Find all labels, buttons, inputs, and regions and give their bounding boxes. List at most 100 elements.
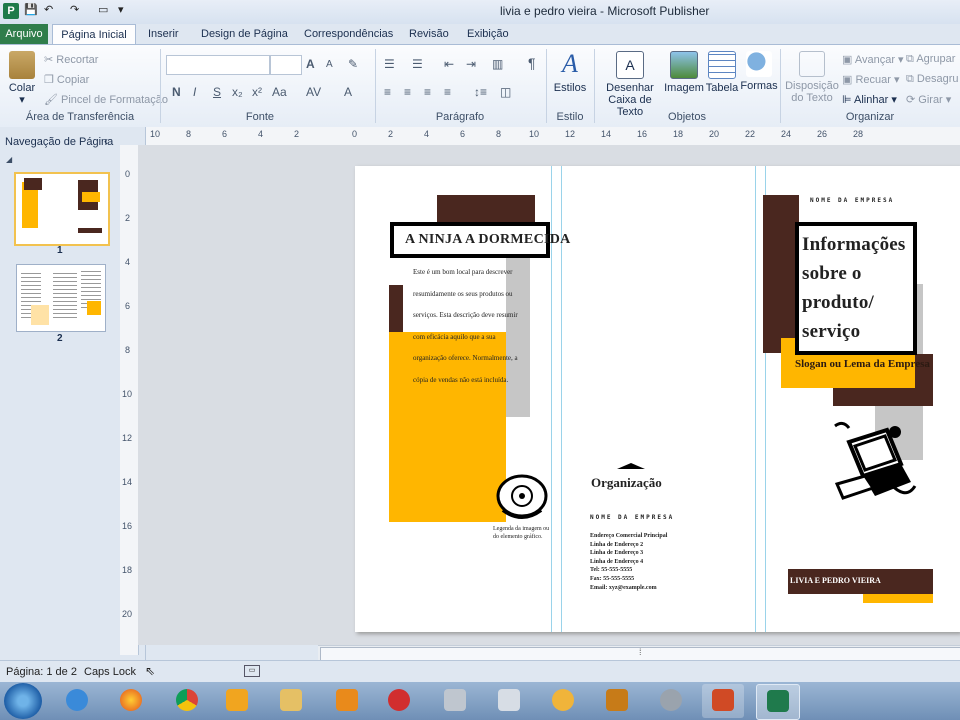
computer-clipart-icon[interactable] bbox=[825, 418, 917, 508]
clipboard-icon bbox=[9, 51, 35, 79]
send-backward-button[interactable]: ▣ Recuar ▾ bbox=[842, 73, 900, 86]
powerpoint-icon[interactable] bbox=[702, 684, 744, 718]
camera-icon[interactable] bbox=[434, 684, 476, 718]
internet-explorer-icon[interactable] bbox=[56, 684, 98, 718]
wrap-text-button[interactable]: Disposição do Texto bbox=[784, 51, 840, 104]
page-thumbnail-1[interactable] bbox=[14, 172, 110, 246]
chrome-icon[interactable] bbox=[166, 684, 208, 718]
styles-button[interactable]: A Estilos bbox=[550, 49, 590, 94]
align-left-icon[interactable]: ≡ bbox=[384, 85, 391, 99]
paste-button[interactable]: Colar ▾ bbox=[6, 51, 38, 106]
calculator-icon[interactable] bbox=[488, 684, 530, 718]
customize-toolbar-icon[interactable]: ▾ bbox=[118, 3, 124, 16]
bring-forward-button[interactable]: ▣ Avançar ▾ bbox=[842, 53, 904, 66]
collapse-pane-icon[interactable]: ‹ bbox=[104, 134, 108, 148]
organization-heading[interactable]: Organização bbox=[591, 475, 662, 491]
opera-icon[interactable] bbox=[378, 684, 420, 718]
left-body-text[interactable]: Este é um bom local para descrever resum… bbox=[413, 262, 529, 391]
firefox-icon[interactable] bbox=[110, 684, 152, 718]
decrease-indent-icon[interactable]: ⇤ bbox=[444, 57, 454, 71]
file-explorer-icon[interactable] bbox=[270, 684, 312, 718]
tab-insert[interactable]: Inserir bbox=[146, 24, 181, 44]
shading-icon[interactable]: ◫ bbox=[500, 85, 511, 99]
columns-icon[interactable]: ▥ bbox=[492, 57, 503, 71]
info-title: Informações sobre o produto/ serviço bbox=[802, 234, 906, 342]
subscript-button[interactable]: x₂ bbox=[232, 85, 243, 99]
character-spacing-icon[interactable]: AV bbox=[306, 85, 321, 99]
align-center-icon[interactable]: ≡ bbox=[404, 85, 411, 99]
publisher-icon[interactable] bbox=[756, 684, 800, 720]
tab-page-design[interactable]: Design de Página bbox=[199, 24, 290, 44]
numbering-icon[interactable]: ☰ bbox=[412, 57, 423, 71]
group-button[interactable]: ⧉ Agrupar bbox=[906, 53, 955, 66]
brown-side-block[interactable] bbox=[389, 285, 403, 333]
rotate-button[interactable]: ⟳ Girar ▾ bbox=[906, 93, 951, 106]
bullets-icon[interactable]: ☰ bbox=[384, 57, 395, 71]
company-name-right[interactable]: NOME DA EMPRESA bbox=[810, 197, 894, 204]
start-orb-icon[interactable] bbox=[4, 683, 42, 719]
line-spacing-icon[interactable]: ↕≡ bbox=[474, 85, 487, 99]
sync-icon[interactable] bbox=[650, 684, 692, 718]
page-thumbnail-2[interactable] bbox=[16, 264, 106, 332]
publisher-app-icon[interactable]: P bbox=[3, 3, 19, 19]
outlook-icon[interactable] bbox=[216, 684, 258, 718]
draw-textbox-button[interactable]: A Desenhar Caixa de Texto bbox=[596, 51, 664, 118]
change-case-button[interactable]: Aa bbox=[272, 85, 287, 99]
bold-button[interactable]: N bbox=[172, 85, 181, 99]
justify-icon[interactable]: ≡ bbox=[444, 85, 451, 99]
clipboard-group-label: Área de Transferência bbox=[25, 111, 135, 123]
tab-view[interactable]: Exibição bbox=[465, 24, 511, 44]
align-right-icon[interactable]: ≡ bbox=[424, 85, 431, 99]
triangle-icon bbox=[617, 463, 645, 469]
align-button[interactable]: ⊫ Alinhar ▾ bbox=[842, 93, 897, 106]
tab-file[interactable]: Arquivo bbox=[0, 24, 48, 44]
font-color-icon[interactable]: A bbox=[344, 85, 352, 99]
horizontal-ruler[interactable]: 10 8 6 4 2 0 2 4 6 8 10 12 14 16 18 20 2… bbox=[146, 127, 960, 146]
save-icon[interactable]: 💾 bbox=[24, 3, 38, 16]
address-block[interactable]: Endereço Comercial Principal Linha de En… bbox=[590, 532, 667, 592]
paint-icon[interactable] bbox=[542, 684, 584, 718]
vertical-ruler[interactable]: 0 2 4 6 8 10 12 14 16 18 20 bbox=[120, 145, 139, 655]
slogan-text[interactable]: Slogan ou Lema da Empresa bbox=[795, 358, 930, 370]
media-player-icon[interactable] bbox=[326, 684, 368, 718]
copy-button[interactable]: ❐ Copiar bbox=[44, 73, 89, 86]
shapes-icon bbox=[746, 51, 772, 77]
horizontal-scroll-thumb[interactable]: ⁞ bbox=[320, 647, 960, 661]
font-size-combo[interactable] bbox=[270, 55, 302, 75]
textbox-icon: A bbox=[616, 51, 644, 79]
underline-button[interactable]: S bbox=[213, 85, 221, 99]
section-expander-icon[interactable]: ◢ bbox=[6, 155, 12, 164]
font-name-combo[interactable] bbox=[166, 55, 270, 75]
grow-font-button[interactable]: A bbox=[306, 57, 315, 71]
info-textbox[interactable]: Informações sobre o produto/ serviço bbox=[795, 222, 917, 355]
picture-button[interactable]: Imagem bbox=[664, 51, 704, 94]
heading-textbox[interactable]: A NINJA A DORMECIDA bbox=[390, 222, 570, 258]
footer-yellow-strip[interactable] bbox=[863, 594, 933, 603]
undo-icon[interactable]: ↶ bbox=[44, 3, 53, 16]
increase-indent-icon[interactable]: ⇥ bbox=[466, 57, 476, 71]
cut-button[interactable]: ✂ Recortar bbox=[44, 53, 98, 66]
italic-button[interactable]: I bbox=[193, 85, 196, 99]
format-painter-button[interactable]: 🖌 Pincel de Formatação bbox=[44, 93, 168, 106]
tab-mailings[interactable]: Correspondências bbox=[302, 24, 395, 44]
paragraph-group-label: Parágrafo bbox=[435, 111, 485, 123]
show-marks-button[interactable]: ¶ bbox=[528, 55, 536, 71]
shrink-font-button[interactable]: A bbox=[326, 59, 333, 70]
ungroup-button[interactable]: ⧉ Desagru bbox=[906, 73, 959, 86]
document-page[interactable]: A NINJA A DORMECIDA Este é um bom local … bbox=[355, 166, 960, 632]
colors-icon[interactable] bbox=[596, 684, 638, 718]
right-brown-block[interactable] bbox=[763, 195, 799, 353]
redo-icon[interactable]: ↷ bbox=[70, 3, 79, 16]
table-button[interactable]: Tabela bbox=[704, 51, 740, 94]
page-indicator[interactable]: Página: 1 de 2 bbox=[6, 666, 77, 678]
shapes-button[interactable]: Formas bbox=[740, 51, 778, 92]
clear-formatting-icon[interactable]: ✎ bbox=[348, 57, 358, 71]
tab-home[interactable]: Página Inicial bbox=[52, 24, 136, 46]
footer-band[interactable]: LIVIA E PEDRO VIEIRA bbox=[788, 569, 933, 594]
superscript-button[interactable]: x² bbox=[252, 85, 262, 99]
telephone-icon[interactable] bbox=[495, 472, 549, 522]
print-preview-icon[interactable]: ▭ bbox=[98, 3, 108, 16]
image-caption[interactable]: Legenda da imagem ou do elemento gráfico… bbox=[493, 525, 553, 541]
tab-review[interactable]: Revisão bbox=[407, 24, 451, 44]
company-name-middle[interactable]: NOME DA EMPRESA bbox=[590, 514, 674, 521]
